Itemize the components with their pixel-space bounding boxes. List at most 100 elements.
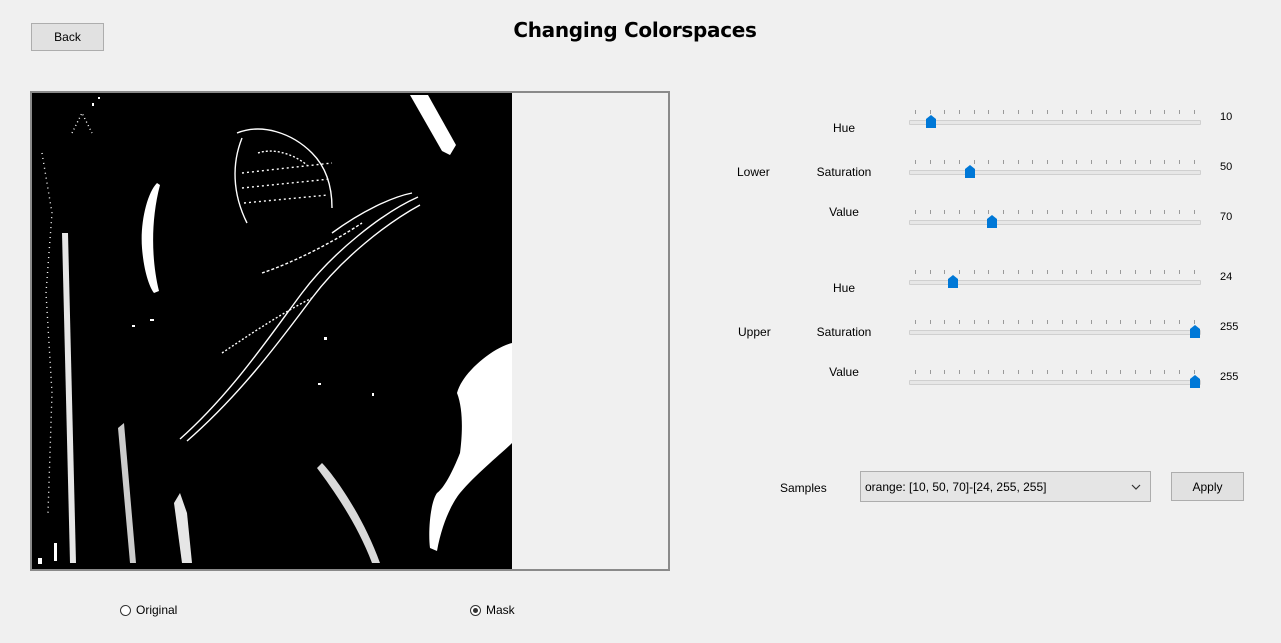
tick-mark [1164, 160, 1166, 164]
tick-mark [1179, 370, 1181, 374]
tick-mark [959, 110, 961, 114]
upper-hue-label: Hue [832, 281, 856, 295]
tick-mark [1047, 370, 1049, 374]
slider-thumb[interactable] [1190, 375, 1200, 388]
tick-mark [973, 110, 975, 114]
tick-mark [959, 270, 961, 274]
tick-mark [1149, 110, 1151, 114]
tick-mark [1149, 160, 1151, 164]
tick-mark [1120, 320, 1122, 324]
tick-mark [1149, 370, 1151, 374]
image-display [30, 91, 670, 571]
tick-mark [1091, 110, 1093, 114]
tick-mark [1047, 110, 1049, 114]
lower-group-label: Lower [737, 165, 770, 179]
tick-mark [1164, 320, 1166, 324]
tick-mark [959, 160, 961, 164]
tick-mark [1135, 370, 1137, 374]
app-window: Back Changing Colorspaces Lower Upper Hu… [0, 0, 1281, 643]
radio-circle[interactable] [120, 604, 131, 616]
tick-mark [1105, 160, 1107, 164]
slider-thumb[interactable] [1190, 325, 1200, 338]
tick-mark [1135, 160, 1137, 164]
tick-mark [1105, 270, 1107, 274]
tick-mark [1047, 160, 1049, 164]
upper-hue-slider[interactable] [909, 270, 1201, 292]
slider-thumb[interactable] [947, 275, 958, 288]
upper-value-slider[interactable] [909, 370, 1201, 392]
upper-hue-value: 24 [1220, 271, 1233, 283]
lower-hue-slider[interactable] [909, 110, 1201, 132]
samples-label: Samples [780, 481, 827, 495]
tick-mark [988, 110, 990, 114]
slider-track [909, 330, 1201, 335]
tick-mark [1091, 370, 1093, 374]
tick-mark [973, 160, 975, 164]
tick-mark [1091, 160, 1093, 164]
tick-mark [959, 210, 961, 214]
radio-circle[interactable] [470, 604, 481, 616]
slider-track [909, 220, 1201, 225]
tick-mark [1164, 370, 1166, 374]
radio-original[interactable]: Original [120, 603, 177, 617]
slider-ticks [915, 110, 1195, 115]
tick-mark [988, 370, 990, 374]
tick-mark [1135, 320, 1137, 324]
upper-saturation-label: Saturation [816, 325, 872, 339]
tick-mark [1047, 210, 1049, 214]
tick-mark [944, 210, 946, 214]
tick-mark [1076, 110, 1078, 114]
tick-mark [1032, 270, 1034, 274]
slider-ticks [915, 320, 1195, 325]
tick-mark [1017, 110, 1019, 114]
lower-saturation-slider[interactable] [909, 160, 1201, 182]
tick-mark [1091, 210, 1093, 214]
tick-mark [1061, 370, 1063, 374]
tick-mark [1061, 320, 1063, 324]
tick-mark [1076, 210, 1078, 214]
tick-mark [988, 210, 990, 214]
tick-mark [915, 160, 916, 164]
tick-mark [929, 320, 931, 324]
tick-mark [1003, 160, 1005, 164]
tick-mark [944, 320, 946, 324]
apply-button[interactable]: Apply [1171, 472, 1244, 501]
slider-ticks [915, 210, 1195, 215]
tick-mark [1105, 370, 1107, 374]
tick-mark [1032, 320, 1034, 324]
tick-mark [1179, 320, 1181, 324]
tick-mark [1120, 160, 1122, 164]
lower-value-value: 70 [1220, 211, 1233, 223]
tick-mark [1047, 270, 1049, 274]
tick-mark [1017, 320, 1019, 324]
tick-mark [1032, 110, 1034, 114]
tick-mark [1179, 160, 1181, 164]
lower-hue-value: 10 [1220, 111, 1233, 123]
tick-mark [1179, 110, 1181, 114]
tick-mark [915, 270, 916, 274]
tick-mark [1076, 160, 1078, 164]
tick-mark [1164, 110, 1166, 114]
tick-mark [1047, 320, 1049, 324]
slider-thumb[interactable] [964, 165, 975, 178]
slider-ticks [915, 370, 1195, 375]
tick-mark [1076, 270, 1078, 274]
tick-mark [915, 110, 916, 114]
lower-hue-label: Hue [832, 121, 856, 135]
lower-value-slider[interactable] [909, 210, 1201, 232]
tick-mark [1193, 370, 1195, 374]
slider-thumb[interactable] [986, 215, 997, 228]
tick-mark [1061, 110, 1063, 114]
tick-mark [944, 110, 946, 114]
tick-mark [1135, 270, 1137, 274]
slider-thumb[interactable] [925, 115, 936, 128]
tick-mark [1091, 320, 1093, 324]
tick-mark [1061, 160, 1063, 164]
radio-mask[interactable]: Mask [470, 603, 515, 617]
tick-mark [988, 160, 990, 164]
samples-dropdown[interactable]: orange: [10, 50, 70]-[24, 255, 255] [860, 471, 1151, 502]
tick-mark [1032, 370, 1034, 374]
tick-mark [1149, 320, 1151, 324]
upper-saturation-slider[interactable] [909, 320, 1201, 342]
tick-mark [1061, 270, 1063, 274]
